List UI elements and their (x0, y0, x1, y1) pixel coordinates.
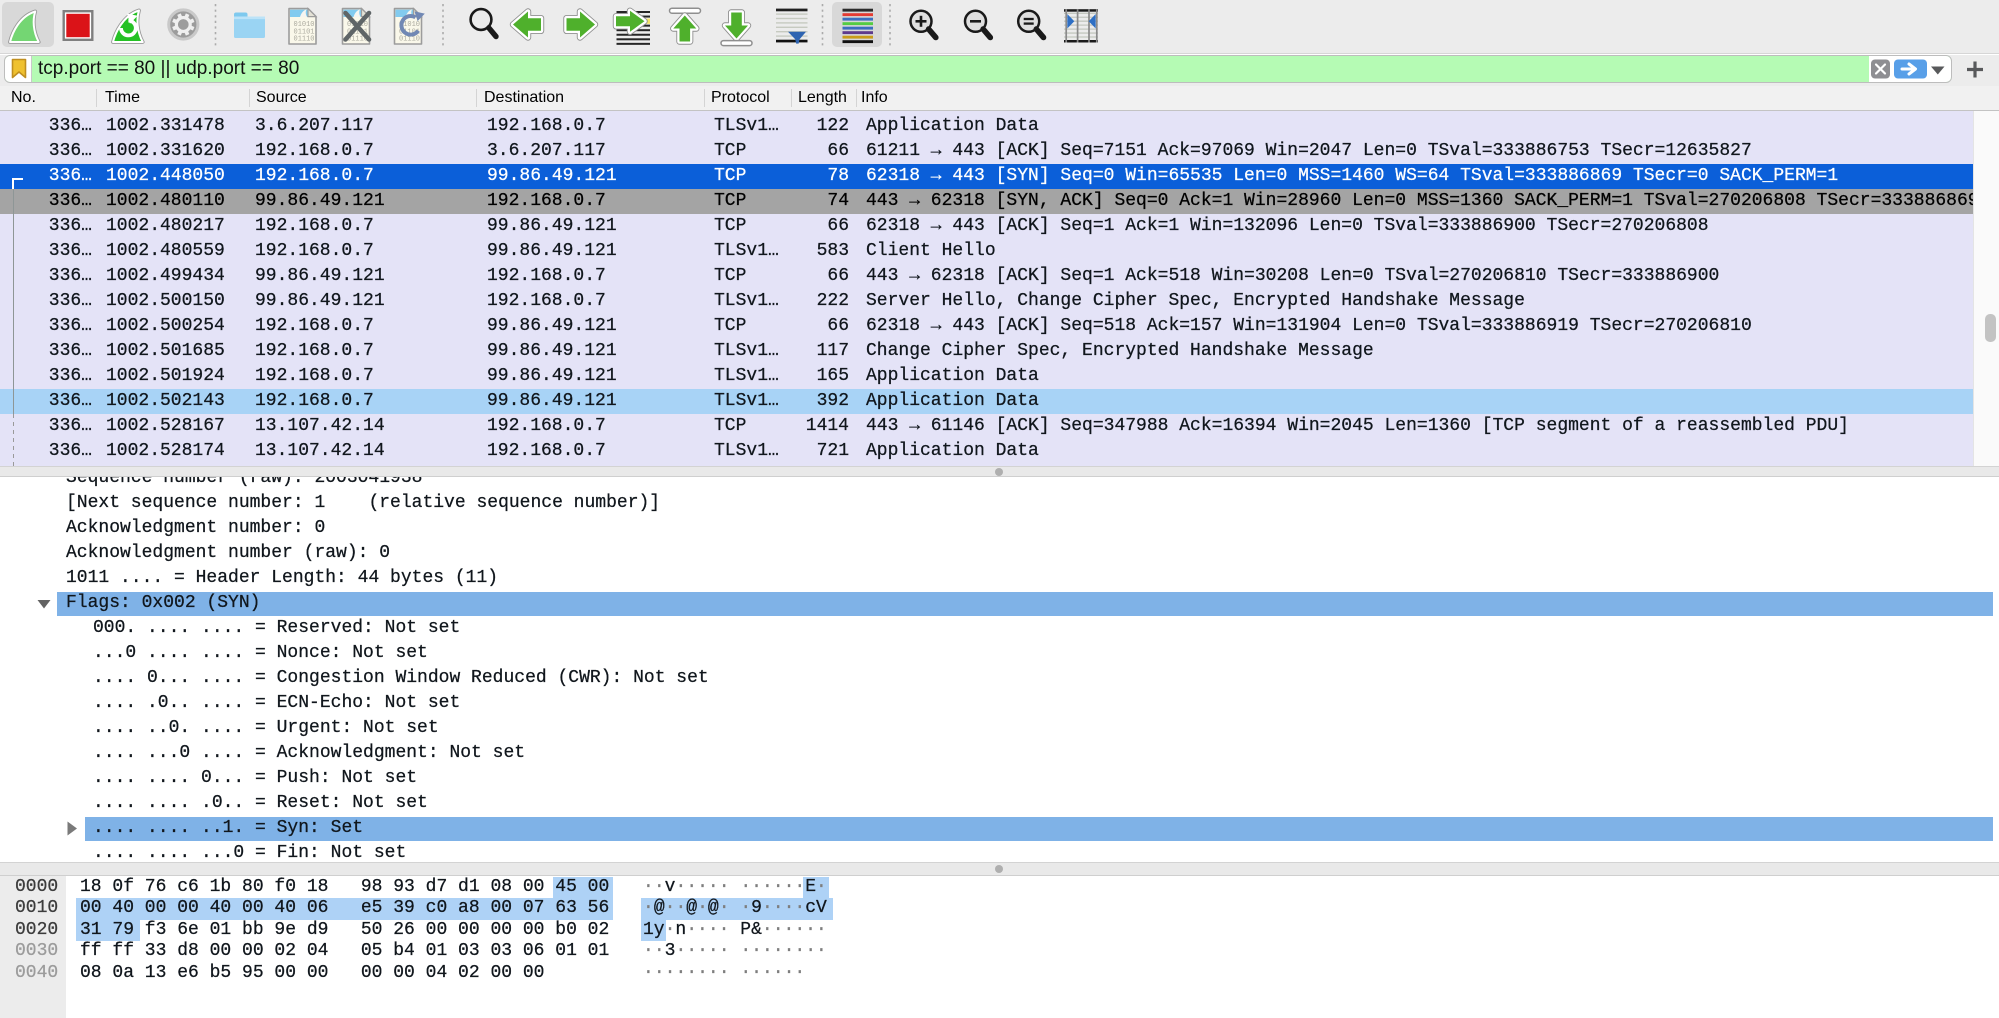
svg-text:01110: 01110 (294, 36, 315, 44)
svg-text:01110: 01110 (399, 36, 420, 44)
